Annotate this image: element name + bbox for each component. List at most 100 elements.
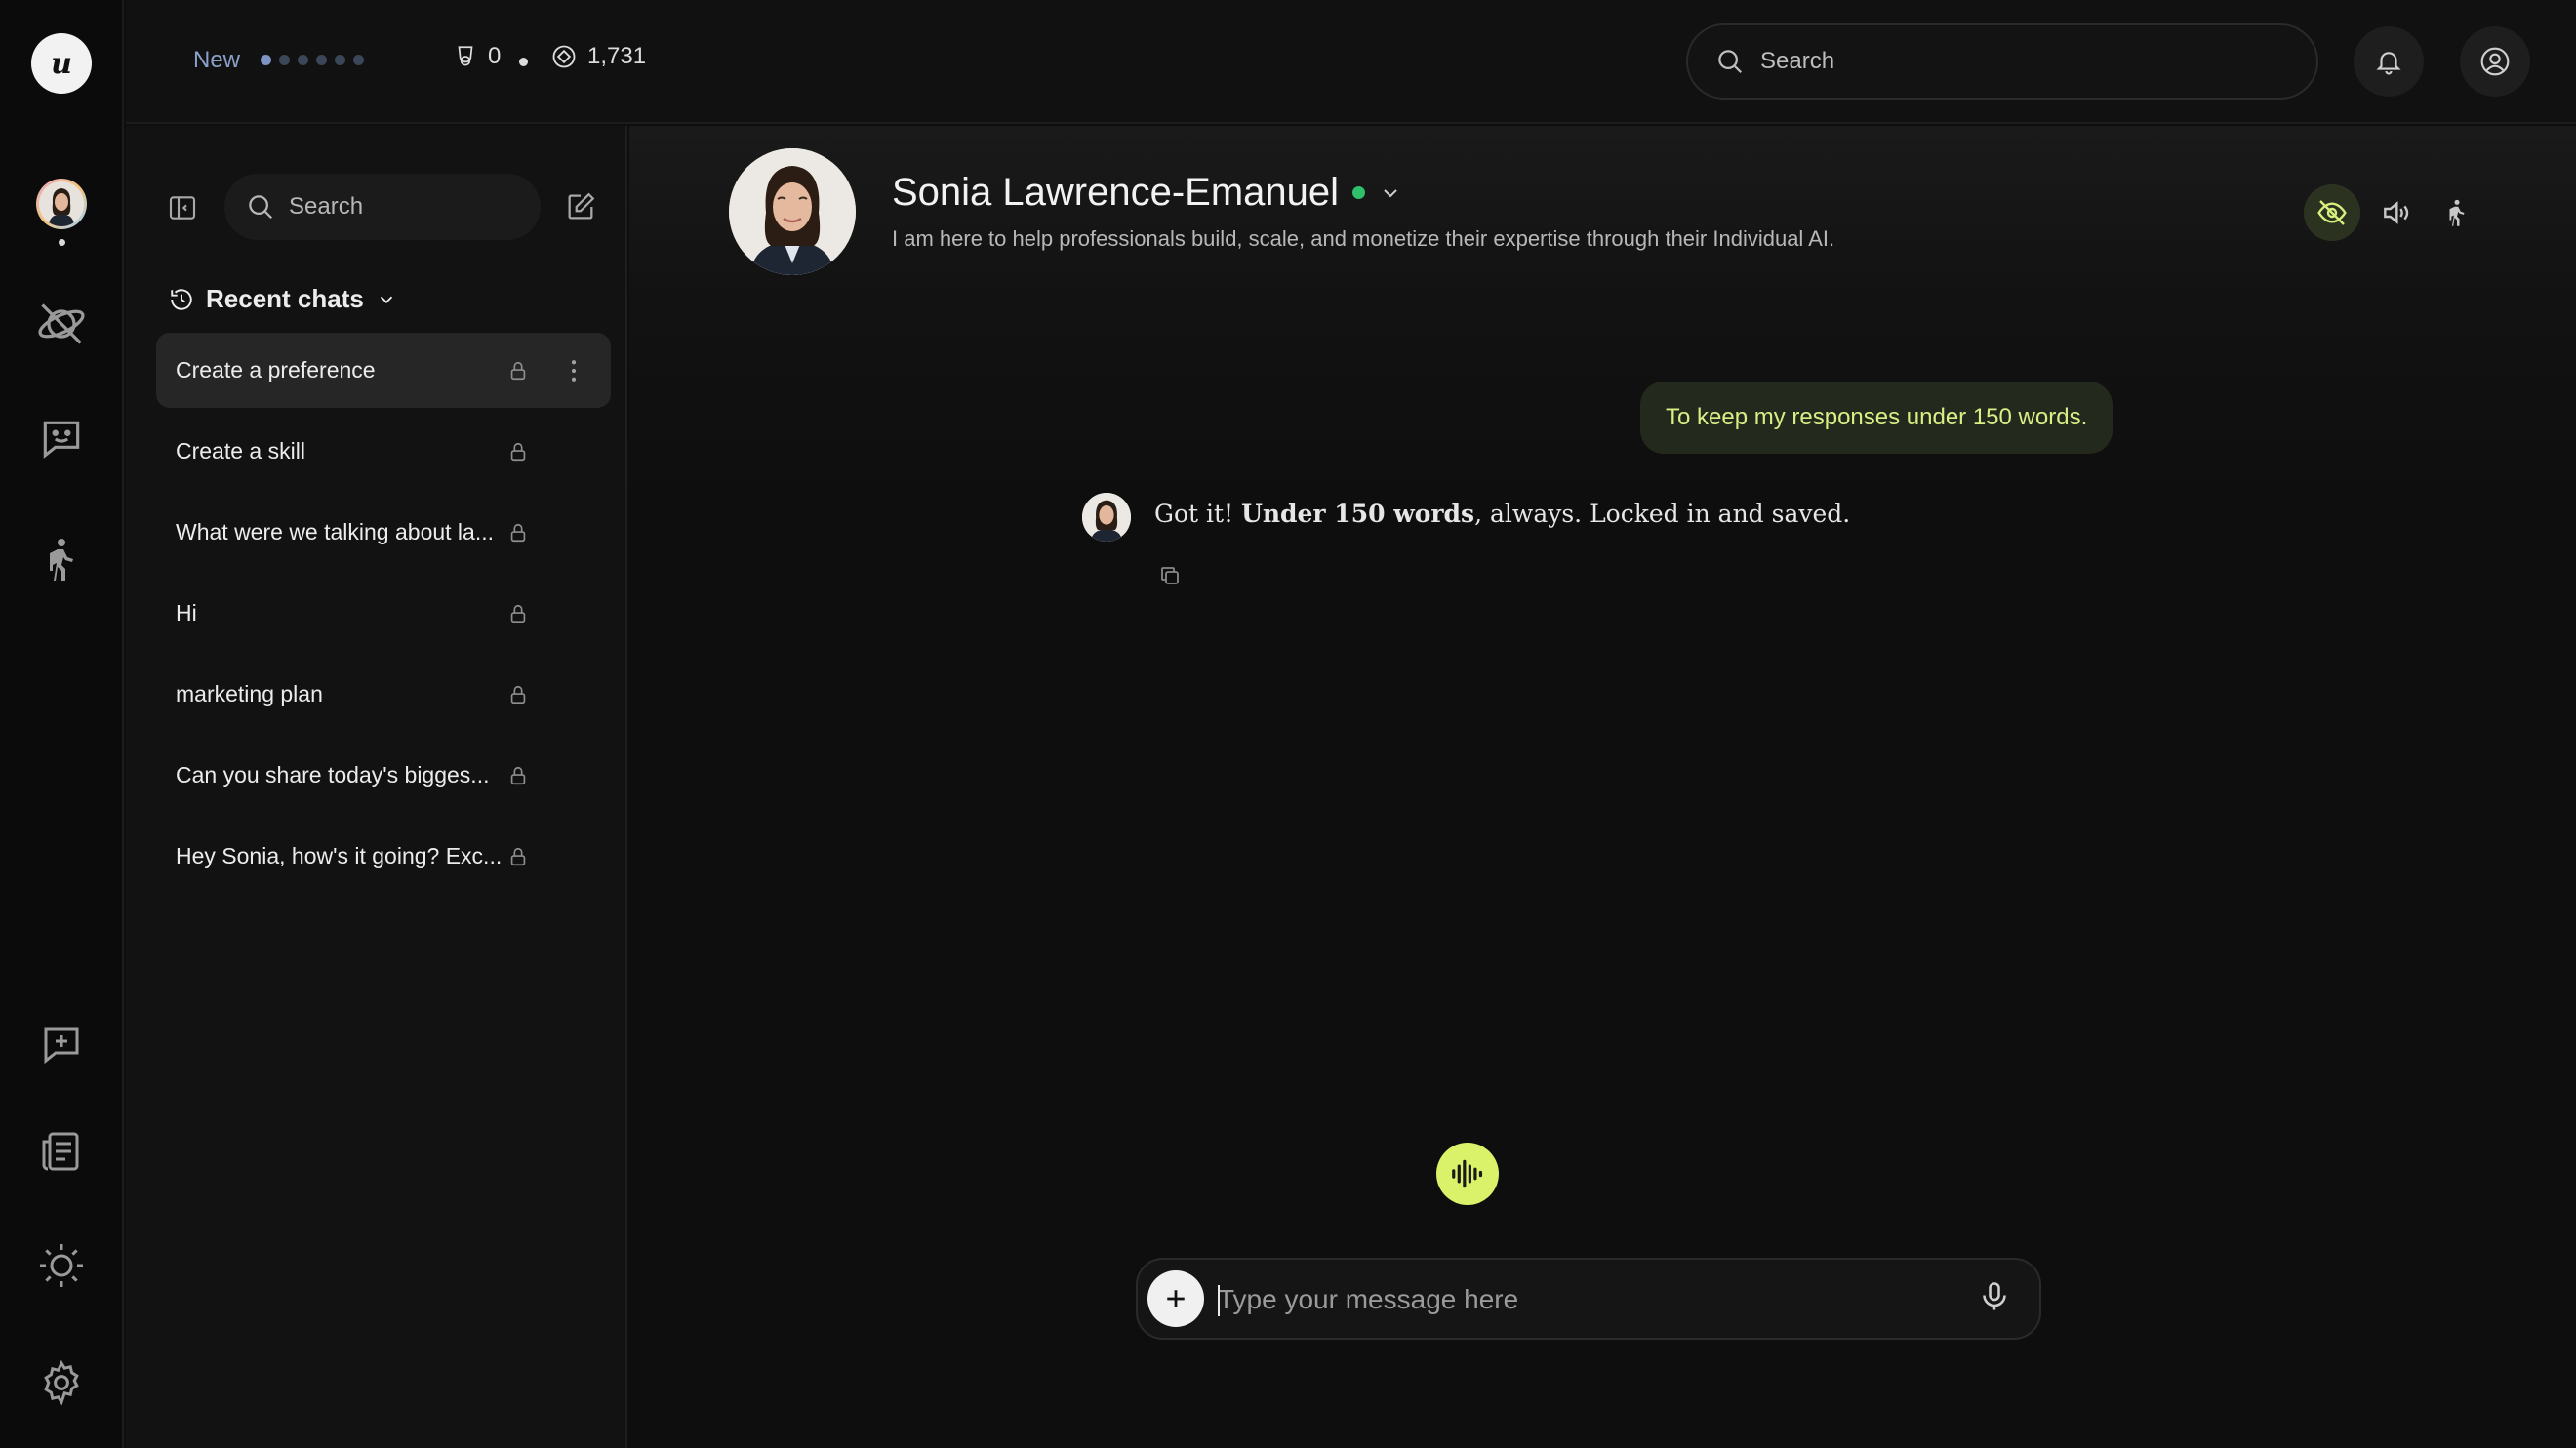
credits-icon bbox=[552, 45, 576, 68]
walk-icon bbox=[2449, 199, 2465, 226]
global-search-input[interactable]: Search bbox=[1686, 23, 2318, 100]
global-search-placeholder: Search bbox=[1760, 48, 1835, 74]
chat-title: Create a skill bbox=[176, 438, 305, 463]
chat-main: Sonia Lawrence-Emanuel I am here to help… bbox=[629, 126, 2576, 1448]
chat-title: Hey Sonia, how's it going? Exc... bbox=[176, 843, 503, 868]
sidebar-toggle-icon bbox=[169, 196, 196, 220]
rail-settings-button[interactable] bbox=[32, 1353, 91, 1412]
text-caret bbox=[1218, 1285, 1220, 1316]
persona-portrait-icon bbox=[729, 148, 856, 275]
microphone-icon bbox=[1983, 1282, 2006, 1310]
chat-title: Can you share today's bigges... bbox=[176, 762, 490, 787]
credits-count-value: 1,731 bbox=[587, 43, 647, 69]
chat-search-placeholder: Search bbox=[289, 193, 364, 220]
gear-icon bbox=[44, 1359, 79, 1406]
copy-icon bbox=[1161, 567, 1179, 584]
stat-separator bbox=[519, 58, 528, 66]
user-message-bubble: To keep my responses under 150 words. bbox=[1640, 382, 2113, 454]
news-icon bbox=[42, 1132, 79, 1171]
chat-list-item[interactable]: Create a skill bbox=[156, 414, 611, 489]
lock-icon bbox=[510, 847, 526, 866]
attach-button[interactable] bbox=[1147, 1270, 1204, 1327]
badge-count-value: 0 bbox=[488, 43, 502, 69]
persona-name: Sonia Lawrence-Emanuel bbox=[892, 171, 1340, 214]
microphone-button[interactable] bbox=[1977, 1279, 2012, 1314]
message-input[interactable] bbox=[1218, 1273, 1959, 1326]
rail-activity-button[interactable] bbox=[32, 530, 91, 588]
rail-chats-button[interactable] bbox=[32, 410, 91, 468]
more-vertical-icon[interactable] bbox=[559, 356, 588, 385]
chat-list-item[interactable]: Hi bbox=[156, 576, 611, 651]
recent-chats-label: Recent chats bbox=[206, 284, 364, 313]
activity-button[interactable] bbox=[2429, 184, 2485, 241]
active-persona-avatar[interactable] bbox=[36, 179, 87, 229]
lock-icon bbox=[510, 766, 526, 785]
rail-new-chat-button[interactable] bbox=[32, 1016, 91, 1074]
chevron-down-icon bbox=[1384, 188, 1397, 197]
persona-portrait-icon bbox=[1082, 493, 1131, 542]
rail-explore-button[interactable] bbox=[32, 295, 91, 353]
assistant-avatar bbox=[1082, 493, 1131, 542]
eye-off-icon bbox=[2317, 200, 2347, 225]
message-plus-icon bbox=[44, 1027, 79, 1065]
notifications-button[interactable] bbox=[2354, 26, 2424, 97]
new-label: New bbox=[193, 47, 241, 73]
copy-message-button[interactable] bbox=[1158, 564, 1182, 587]
lock-icon bbox=[510, 361, 526, 381]
planet-off-icon bbox=[38, 303, 85, 344]
voice-mode-button[interactable] bbox=[1436, 1143, 1499, 1205]
lock-icon bbox=[510, 685, 526, 704]
chat-title: marketing plan bbox=[176, 681, 323, 706]
online-status-dot bbox=[1352, 186, 1366, 199]
active-indicator-dot bbox=[59, 239, 65, 246]
lock-icon bbox=[510, 442, 526, 462]
edit-icon bbox=[568, 192, 595, 220]
badge-count[interactable]: 0 bbox=[453, 43, 501, 70]
app-logo[interactable]: u bbox=[31, 33, 92, 94]
new-chat-button[interactable] bbox=[564, 190, 597, 223]
badge-icon bbox=[458, 46, 473, 66]
chat-list: Create a preference Create a skill What … bbox=[156, 333, 611, 900]
persona-portrait-icon bbox=[39, 181, 84, 226]
progress-dots bbox=[261, 55, 364, 65]
persona-avatar[interactable] bbox=[729, 148, 856, 275]
chat-title: What were we talking about la... bbox=[176, 519, 494, 544]
chat-list-item[interactable]: marketing plan bbox=[156, 657, 611, 732]
assistant-message-suffix: , always. Locked in and saved. bbox=[1474, 500, 1851, 528]
lock-icon bbox=[510, 523, 526, 543]
walk-icon bbox=[50, 539, 73, 581]
assistant-message-bold: Under 150 words bbox=[1241, 500, 1475, 528]
top-bar: New 0 1,731 Search bbox=[126, 0, 2576, 124]
chat-smile-icon bbox=[43, 421, 80, 459]
rail-library-button[interactable] bbox=[32, 1122, 91, 1181]
recent-chats-header[interactable]: Recent chats bbox=[169, 284, 397, 314]
sun-icon bbox=[40, 1244, 83, 1287]
chat-search-input[interactable]: Search bbox=[224, 174, 541, 240]
chat-list-item[interactable]: Can you share today's bigges... bbox=[156, 738, 611, 813]
hide-toggle-button[interactable] bbox=[2304, 184, 2360, 241]
assistant-message-text: Got it! Under 150 words, always. Locked … bbox=[1154, 500, 1850, 528]
credits-count[interactable]: 1,731 bbox=[550, 43, 646, 70]
chevron-down-icon bbox=[380, 296, 392, 303]
search-icon bbox=[249, 195, 273, 220]
rail-theme-button[interactable] bbox=[32, 1236, 91, 1295]
chat-list-item[interactable]: Hey Sonia, how's it going? Exc... bbox=[156, 819, 611, 894]
speaker-button[interactable] bbox=[2367, 184, 2424, 241]
persona-bio: I am here to help professionals build, s… bbox=[892, 226, 1835, 251]
chat-title: Create a preference bbox=[176, 357, 376, 382]
chat-list-item[interactable]: What were we talking about la... bbox=[156, 495, 611, 570]
persona-name-dropdown[interactable]: Sonia Lawrence-Emanuel bbox=[892, 171, 1402, 215]
waveform-icon bbox=[1452, 1159, 1483, 1188]
search-icon bbox=[1718, 50, 1743, 74]
chat-title: Hi bbox=[176, 600, 197, 625]
assistant-message-prefix: Got it! bbox=[1154, 500, 1242, 528]
bell-icon bbox=[2376, 52, 2401, 75]
chat-list-item[interactable]: Create a preference bbox=[156, 333, 611, 408]
toggle-sidebar-button[interactable] bbox=[167, 192, 198, 223]
plus-icon bbox=[1167, 1290, 1185, 1307]
lock-icon bbox=[510, 604, 526, 623]
volume-icon bbox=[2384, 201, 2409, 224]
user-circle-icon bbox=[2480, 47, 2510, 76]
chat-sidebar: Search Recent chats Create a preference … bbox=[126, 126, 627, 1448]
account-button[interactable] bbox=[2460, 26, 2530, 97]
